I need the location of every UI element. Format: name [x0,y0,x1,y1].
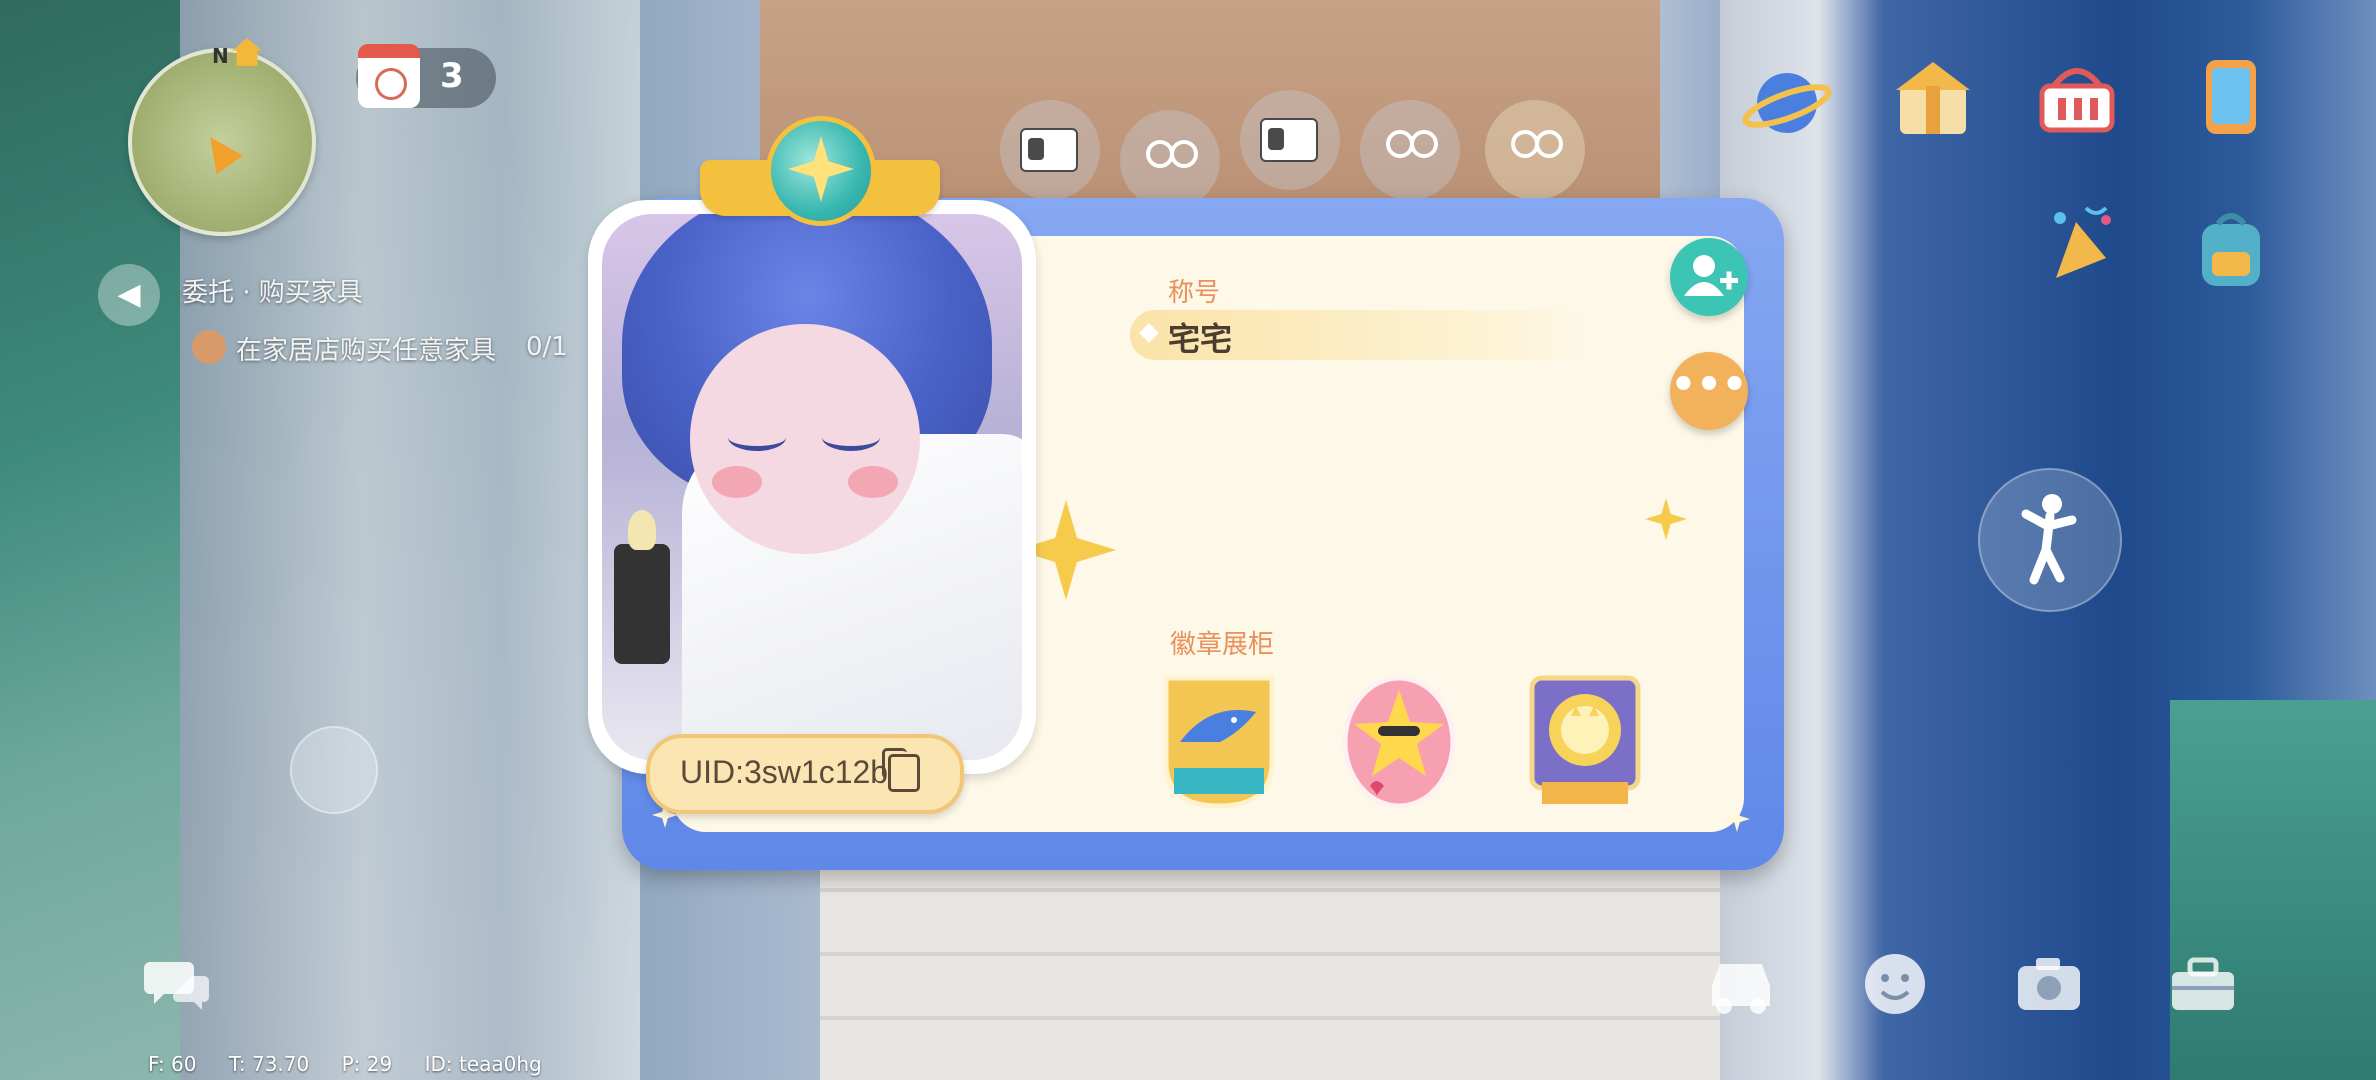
calendar-count: 3 [440,56,464,96]
chevron-left-icon: ◀ [117,277,141,312]
card-bubble-2[interactable] [1240,90,1340,190]
star-emoji-badge[interactable] [1340,672,1458,812]
people-icon [1507,130,1563,170]
north-indicator: N [212,44,229,68]
quest-progress: 0/1 [526,332,568,362]
quest-collapse-button[interactable]: ◀ [98,264,160,326]
ellipsis-icon: ••• [1670,362,1748,408]
id-card-icon [1260,118,1318,162]
people-bubble-3[interactable] [1485,100,1585,200]
smile-icon[interactable] [1858,950,1932,1018]
calendar-icon [358,44,420,108]
player-arrow-icon [197,127,243,175]
party-popper-icon[interactable] [2036,198,2126,288]
title-value[interactable]: 宅宅 [1168,314,1232,360]
avatar-portrait [602,214,1022,760]
id-stat: ID: teaa0hg [424,1052,542,1076]
lamp [614,510,670,664]
people-icon [1142,140,1198,180]
fps-stat: F: 60 [148,1052,197,1076]
gift-house-icon[interactable] [1888,52,1978,142]
avatar-face [690,324,920,554]
uid-pill[interactable]: UID:3sw1c12b [646,734,964,814]
eye [822,424,880,451]
cheek [712,466,762,498]
chat-bubble-icon [144,962,209,1010]
tablet-icon[interactable] [2186,52,2276,142]
ping-stat: P: 29 [341,1052,393,1076]
dancing-figure-icon [2021,494,2077,585]
add-friend-button[interactable] [1670,238,1748,316]
people-bubble-1[interactable] [1120,110,1220,210]
stairs [820,860,1720,1080]
people-bubble-2[interactable] [1360,100,1460,200]
id-card-icon [1020,128,1078,172]
camera-icon[interactable] [2012,950,2086,1018]
basket-icon[interactable] [2032,52,2122,142]
badges-label: 徽章展柜 [1170,630,1275,660]
time-stat: T: 73.70 [228,1052,310,1076]
title-label: 称号 [1168,278,1221,308]
toolbox-icon[interactable] [2166,950,2240,1018]
emote-button[interactable] [1978,468,2122,612]
calendar-button[interactable]: 3 [356,44,496,108]
card-bubble-1[interactable] [1000,100,1100,200]
backpack-icon[interactable] [2186,204,2276,294]
add-user-icon [1684,255,1738,296]
cat-ribbon-badge[interactable] [1526,672,1644,812]
copy-icon[interactable] [882,748,920,792]
quest-task[interactable]: 在家居店购买任意家具 [236,330,496,367]
uid-text: UID:3sw1c12b [680,754,889,790]
car-icon[interactable] [1704,950,1778,1018]
planet-icon[interactable] [1742,58,1832,148]
minimap[interactable]: N [128,38,316,236]
people-icon [1382,130,1438,170]
task-scroll-icon [192,330,226,364]
chat-button[interactable] [142,956,212,1016]
joystick[interactable] [290,726,378,814]
cheek [848,466,898,498]
more-options-button[interactable]: ••• [1670,352,1748,430]
teal-railing [2170,700,2376,1080]
debug-stats: F: 60 T: 73.70 P: 29 ID: teaa0hg [148,1052,568,1076]
quest-title[interactable]: 委托 · 购买家具 [182,272,363,309]
shark-badge[interactable] [1160,672,1278,812]
eye [728,424,786,451]
